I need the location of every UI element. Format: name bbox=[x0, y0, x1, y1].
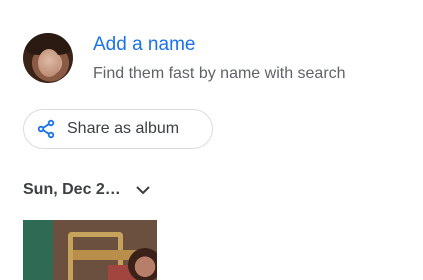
date-label: Sun, Dec 2… bbox=[23, 181, 121, 198]
share-as-album-button[interactable]: Share as album bbox=[23, 109, 213, 149]
add-name-subtitle: Find them fast by name with search bbox=[93, 65, 346, 82]
share-as-album-label: Share as album bbox=[67, 120, 180, 137]
date-section-header: Sun, Dec 2… bbox=[23, 180, 153, 200]
avatar-face bbox=[38, 49, 60, 77]
thumb-head bbox=[128, 248, 157, 280]
add-name-link[interactable]: Add a name bbox=[93, 33, 195, 57]
thumb-bg-left bbox=[23, 220, 53, 280]
avatar[interactable] bbox=[23, 33, 73, 83]
photo-thumbnail[interactable] bbox=[23, 220, 157, 280]
share-icon bbox=[36, 119, 56, 139]
chevron-down-icon[interactable] bbox=[133, 180, 153, 200]
